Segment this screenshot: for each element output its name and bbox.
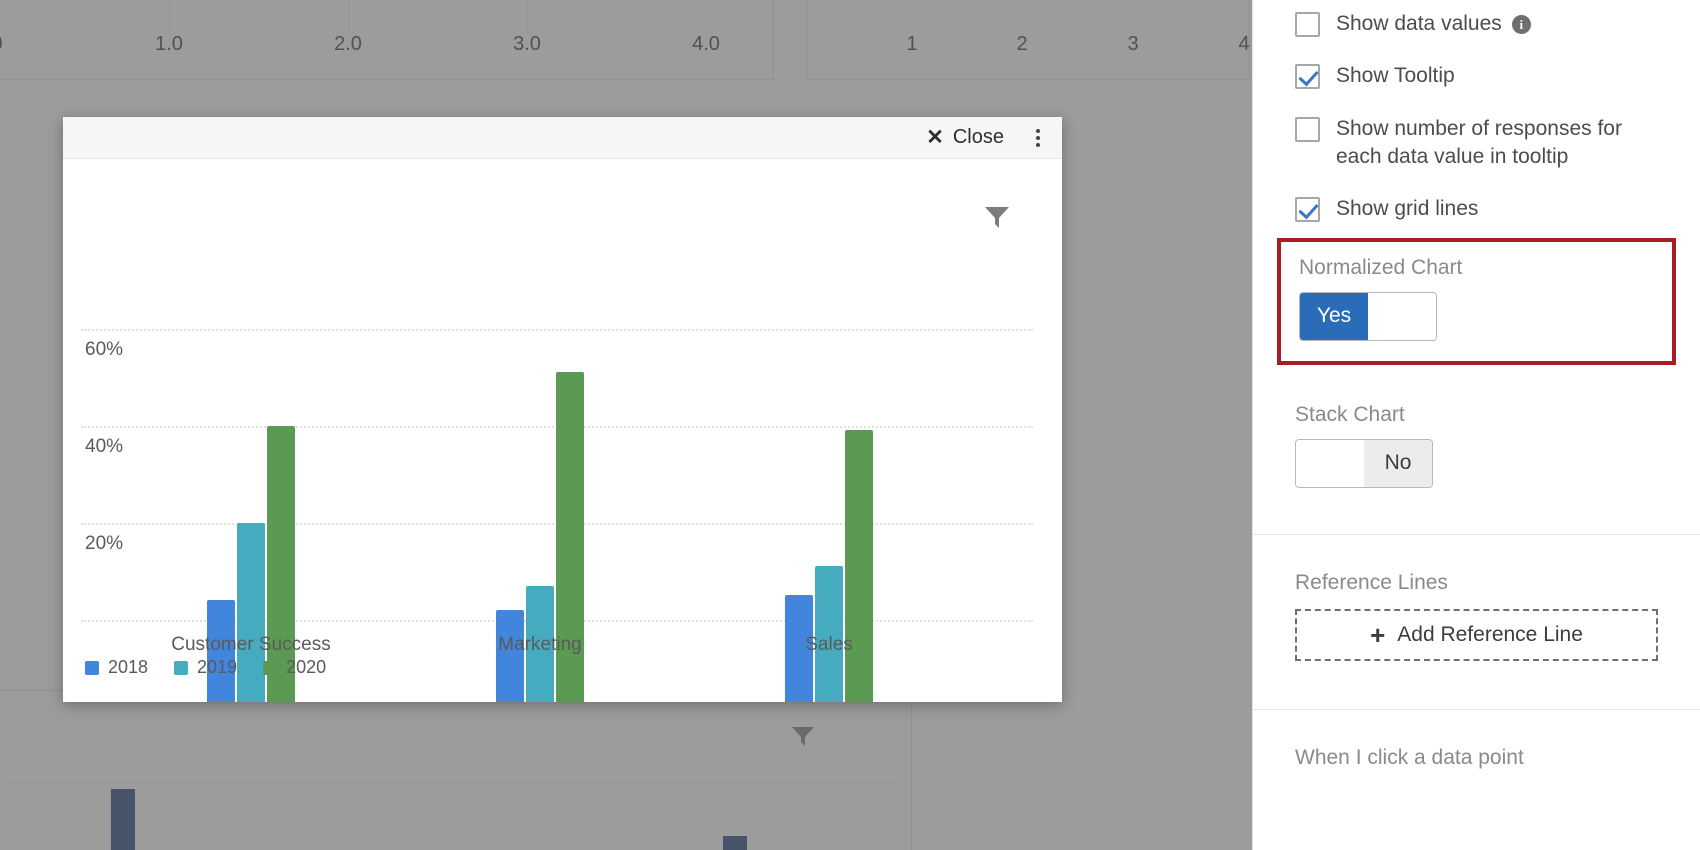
reference-lines-label: Reference Lines xyxy=(1295,570,1448,594)
toggle-no-option[interactable]: No xyxy=(1364,439,1432,487)
legend-item-2019[interactable]: 2019 xyxy=(174,657,237,678)
toggle-yes-option[interactable]: Yes xyxy=(1300,292,1368,340)
bar-group-sales xyxy=(774,241,884,702)
toggle-yes-option[interactable] xyxy=(1296,439,1364,487)
info-icon[interactable]: i xyxy=(1511,14,1531,34)
stack-chart-group: Stack Chart No xyxy=(1295,403,1658,492)
checkbox-box[interactable] xyxy=(1295,64,1320,90)
kebab-menu-icon[interactable] xyxy=(1028,127,1048,149)
checkbox-show-tooltip[interactable]: Show Tooltip xyxy=(1295,62,1658,90)
normalized-chart-highlight-box: Normalized Chart Yes xyxy=(1277,237,1676,365)
bar-group-marketing xyxy=(485,241,595,702)
checkbox-show-number-of-responses[interactable]: Show number of responses for each data v… xyxy=(1295,115,1658,172)
chart-settings-panel: Show data values i Show Tooltip Show numb… xyxy=(1252,0,1700,850)
checkbox-label: Show number of responses for each data v… xyxy=(1336,116,1622,169)
legend-label: 2018 xyxy=(108,657,149,677)
stack-chart-label: Stack Chart xyxy=(1295,402,1405,426)
checkbox-label: Show Tooltip xyxy=(1336,64,1455,88)
plus-icon: + xyxy=(1370,619,1386,650)
legend-label: 2020 xyxy=(286,657,327,677)
bar-2018[interactable] xyxy=(496,610,524,702)
checkbox-show-data-values[interactable]: Show data values i xyxy=(1295,10,1658,38)
category-label-customer-success: Customer Success xyxy=(171,634,331,655)
click-data-point-group: When I click a data point xyxy=(1253,710,1700,770)
checkbox-box[interactable] xyxy=(1295,116,1320,142)
modal-body: 60% 40% 20% Customer Success Marketing S… xyxy=(63,159,1062,702)
close-button[interactable]: ✕ Close xyxy=(918,123,1012,152)
close-button-label: Close xyxy=(952,126,1004,148)
plot-area: Customer Success Marketing Sales xyxy=(81,159,1033,702)
checkbox-label: Show grid lines xyxy=(1336,197,1479,221)
category-label-sales: Sales xyxy=(805,634,853,655)
checkbox-show-grid-lines[interactable]: Show grid lines xyxy=(1295,195,1658,223)
toggle-no-option[interactable] xyxy=(1368,292,1436,340)
chart-legend: 2018 2019 2020 xyxy=(85,657,326,678)
modal-header: ✕ Close xyxy=(63,117,1062,159)
close-x-icon: ✕ xyxy=(926,126,944,149)
add-reference-line-label: Add Reference Line xyxy=(1397,622,1583,646)
checkbox-box[interactable] xyxy=(1295,197,1320,223)
legend-item-2020[interactable]: 2020 xyxy=(263,657,326,678)
stack-chart-toggle[interactable]: No xyxy=(1295,438,1433,488)
grouped-bar-chart: 60% 40% 20% Customer Success Marketing S… xyxy=(63,159,1062,702)
legend-swatch-icon xyxy=(263,660,278,675)
chart-detail-modal: ✕ Close 60% 40% 20% Customer Success Mar… xyxy=(63,117,1062,702)
legend-swatch-icon xyxy=(174,660,189,675)
click-data-point-label: When I click a data point xyxy=(1295,745,1524,769)
bar-2020[interactable] xyxy=(845,430,873,702)
checkbox-label: Show data values xyxy=(1336,12,1502,35)
normalized-chart-label: Normalized Chart xyxy=(1299,255,1463,279)
legend-label: 2019 xyxy=(197,657,238,677)
category-label-marketing: Marketing xyxy=(498,634,582,655)
legend-item-2018[interactable]: 2018 xyxy=(85,657,148,678)
add-reference-line-button[interactable]: + Add Reference Line xyxy=(1295,608,1658,661)
display-options-group: Show data values i Show Tooltip Show numb… xyxy=(1253,0,1700,492)
normalized-chart-toggle[interactable]: Yes xyxy=(1299,291,1437,341)
checkbox-box[interactable] xyxy=(1295,12,1320,37)
bar-group-customer-success xyxy=(196,241,306,702)
legend-swatch-icon xyxy=(85,660,99,675)
reference-lines-group: Reference Lines + Add Reference Line xyxy=(1253,535,1700,691)
